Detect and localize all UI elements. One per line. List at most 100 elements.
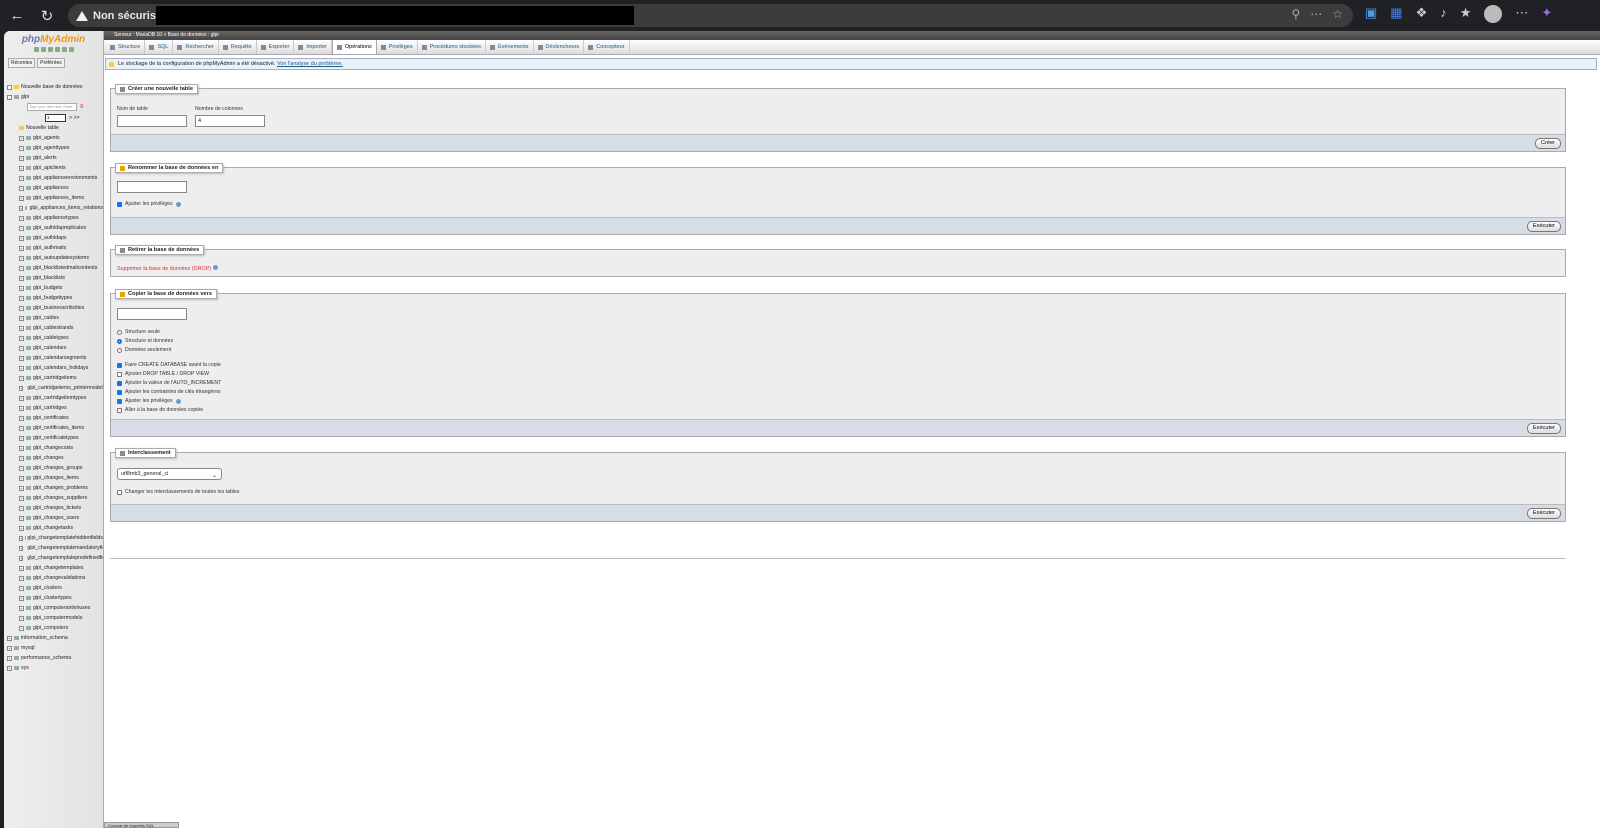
settings-icon[interactable] [61, 47, 67, 52]
checkbox[interactable] [117, 407, 122, 413]
sidebar-table-item[interactable]: + glpi_budgets [7, 283, 103, 293]
tab-structure[interactable]: Structure [106, 40, 146, 54]
sidebar-table-item[interactable]: + glpi_agenttypes [7, 143, 103, 153]
expand-icon[interactable]: + [19, 285, 24, 291]
sidebar-database-item[interactable]: + performance_schema [7, 653, 103, 663]
tab-importer[interactable]: Importer [294, 40, 332, 54]
sidebar-table-item[interactable]: + glpi_changes_users [7, 513, 103, 523]
sidebar-table-item[interactable]: + glpi_changecosts [7, 443, 103, 453]
sidebar-table-item[interactable]: + glpi_changes_problems [7, 483, 103, 493]
zoom-icon[interactable]: ⚲ [1291, 7, 1300, 21]
expand-icon[interactable]: + [19, 305, 24, 311]
sidebar-table-item[interactable]: + glpi_cables [7, 313, 103, 323]
expand-icon[interactable]: + [19, 375, 24, 381]
sidebar-table-item[interactable]: + glpi_agents [7, 133, 103, 143]
filter-clear-icon[interactable]: X [80, 104, 83, 110]
help-icon[interactable] [212, 265, 218, 270]
favorites-icon[interactable]: ★ [1460, 5, 1472, 23]
expand-icon[interactable]: + [19, 335, 24, 341]
sidebar-table-item[interactable]: + glpi_blacklistedmailcontents [7, 263, 103, 273]
table-name-input[interactable] [117, 115, 187, 127]
expand-icon[interactable]: + [19, 345, 24, 351]
copy-mode-radio-option[interactable]: Structure et données [117, 338, 173, 344]
new-table-item[interactable]: Nouvelle table [7, 123, 103, 133]
sidebar-table-item[interactable]: + glpi_businesscriticities [7, 303, 103, 313]
sidebar-table-item[interactable]: + glpi_computers [7, 623, 103, 633]
db-glpi[interactable]: - glpi [7, 92, 103, 102]
recent-tab[interactable]: Récentes [8, 58, 36, 68]
new-database-item[interactable]: Nouvelle base de données [7, 82, 103, 92]
tab-operations[interactable]: Opérations [331, 40, 377, 54]
sidebar-database-item[interactable]: + information_schema [7, 633, 103, 643]
sidebar-database-item[interactable]: + mysql [7, 643, 103, 653]
expand-icon[interactable]: + [19, 135, 24, 141]
refresh-icon[interactable] [68, 47, 74, 52]
expand-icon[interactable]: + [19, 385, 24, 391]
extensions-icon[interactable]: ❖ [1416, 5, 1428, 23]
sidebar-table-item[interactable]: + glpi_apiclients [7, 163, 103, 173]
copy-mode-radio-option[interactable]: Structure seule [117, 329, 160, 335]
expand-icon[interactable]: + [19, 575, 24, 581]
expand-icon[interactable]: + [19, 215, 24, 221]
sidebar-table-item[interactable]: + glpi_computermodels [7, 613, 103, 623]
expand-icon[interactable]: + [19, 545, 24, 551]
tab-evenements[interactable]: Événements [486, 40, 534, 54]
logout-icon[interactable] [40, 47, 46, 52]
menu-dots-icon[interactable]: ⋯ [1515, 5, 1528, 23]
sidebar-table-item[interactable]: + glpi_certificatetypes [7, 433, 103, 443]
copy-option-checkbox[interactable]: Faire CREATE DATABASE avant la copie [117, 362, 221, 368]
sidebar-table-item[interactable]: + glpi_appliances_items_relations [7, 203, 103, 213]
sidebar-table-item[interactable]: + glpi_changes_groups [7, 463, 103, 473]
breadcrumb-server[interactable]: Serveur : MariaDB 10 [114, 32, 162, 38]
help-icon[interactable] [175, 201, 181, 207]
expand-icon[interactable]: + [19, 535, 24, 541]
expand-icon[interactable]: + [19, 505, 24, 511]
rename-db-input[interactable] [117, 181, 187, 193]
sidebar-table-item[interactable]: + glpi_calendarsegments [7, 353, 103, 363]
sidebar-database-item[interactable]: + sys [7, 663, 103, 673]
drop-db-link[interactable]: Supprimer la base de données (DROP) [117, 266, 211, 272]
copilot-icon[interactable]: ✦ [1541, 5, 1552, 23]
sidebar-table-item[interactable]: + glpi_appliances [7, 183, 103, 193]
expand-icon[interactable]: + [19, 525, 24, 531]
expand-icon[interactable]: + [7, 665, 12, 671]
sidebar-table-item[interactable]: + glpi_changetasks [7, 523, 103, 533]
sidebar-table-item[interactable]: + glpi_changes [7, 453, 103, 463]
help-icon[interactable] [175, 398, 181, 404]
sidebar-table-item[interactable]: + glpi_alerts [7, 153, 103, 163]
expand-icon[interactable]: + [19, 185, 24, 191]
sidebar-table-item[interactable]: + glpi_cartridges [7, 403, 103, 413]
expand-icon[interactable]: + [19, 145, 24, 151]
expand-icon[interactable]: + [19, 325, 24, 331]
sidebar-table-item[interactable]: + glpi_calendars_holidays [7, 363, 103, 373]
sidebar-table-item[interactable]: + glpi_appliances_items [7, 193, 103, 203]
expand-icon[interactable]: + [7, 645, 12, 651]
expand-icon[interactable]: + [19, 245, 24, 251]
sql-console-bar[interactable]: Console de requêtes SQL [104, 822, 179, 828]
sidebar-table-item[interactable]: + glpi_clustertypes [7, 593, 103, 603]
expand-icon[interactable]: + [19, 485, 24, 491]
profile-avatar[interactable] [1484, 5, 1503, 23]
expand-icon[interactable]: + [19, 595, 24, 601]
pager-next[interactable]: > >> [69, 115, 80, 121]
expand-icon[interactable]: + [19, 605, 24, 611]
copy-mode-radio-option[interactable]: Données seulement [117, 347, 171, 353]
tab-sql[interactable]: SQL [145, 40, 174, 54]
rename-execute-button[interactable]: Exécuter [1526, 221, 1561, 232]
checkbox[interactable] [117, 380, 122, 386]
expand-icon[interactable]: + [19, 365, 24, 371]
expand-icon[interactable]: + [19, 465, 24, 471]
collation-select[interactable]: utf8mb3_general_ci ⌄ [117, 468, 222, 480]
expand-icon[interactable]: + [19, 265, 24, 271]
sidebar-table-item[interactable]: + glpi_cartridgeitems [7, 373, 103, 383]
expand-icon[interactable]: + [19, 495, 24, 501]
docs-icon[interactable] [54, 47, 60, 52]
expand-icon[interactable]: + [7, 635, 12, 641]
media-icon[interactable]: ♪ [1440, 5, 1447, 23]
expand-icon[interactable]: + [19, 155, 24, 161]
notice-link[interactable]: Voir l'analyse du problème. [277, 61, 343, 67]
sidebar-table-item[interactable]: + glpi_cablestrands [7, 323, 103, 333]
expand-icon[interactable]: + [19, 615, 24, 621]
expand-icon[interactable]: + [19, 225, 24, 231]
sidebar-table-item[interactable]: + glpi_certificates [7, 413, 103, 423]
